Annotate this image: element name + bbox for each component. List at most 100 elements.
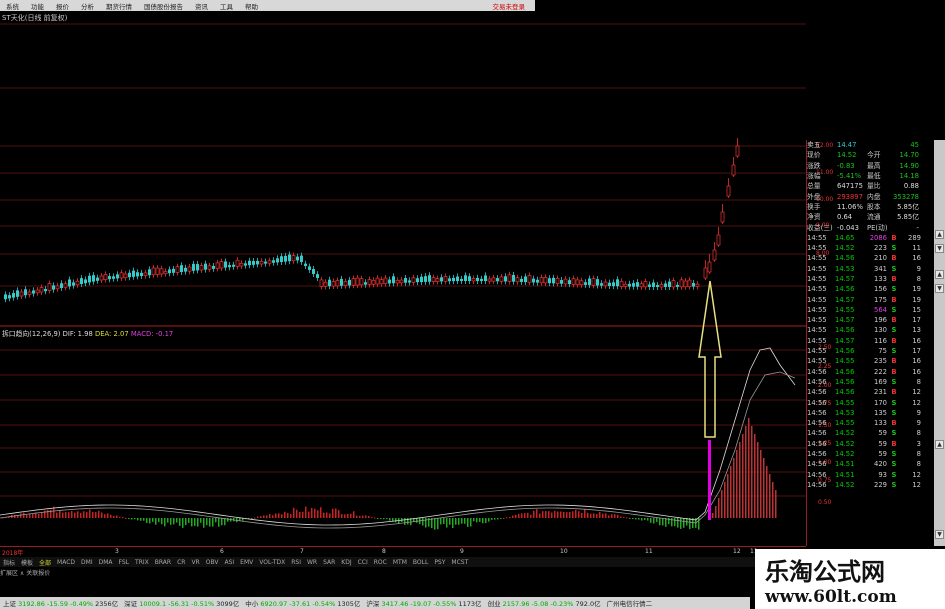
indicator-tab[interactable]: ROC [371,559,390,566]
macd-bar [769,474,771,518]
scroll-up-icon[interactable]: ▲ [935,440,944,449]
macd-bar [542,511,544,518]
candle-body [232,264,235,267]
indicator-tab[interactable]: 指标 [0,558,18,567]
macd-bar [572,511,574,518]
scroll-down-icon[interactable]: ▼ [935,530,944,539]
macd-bar [284,511,286,518]
tick-volume: 235 [874,357,887,366]
quote-row: 卖五 14.47 45 [807,140,935,150]
candle-body [288,254,291,262]
tick-volume: 229 [874,480,887,489]
scrollbar[interactable]: ▲ ▼ ▲ ▼ ▲ ▼ [934,140,945,546]
scroll-up-icon[interactable]: ▲ [935,230,944,239]
macd-bar [80,512,82,518]
indicator-tab[interactable]: KDJ [338,559,354,566]
candle-body [703,267,708,279]
macd-bar [683,518,685,528]
scroll-up-icon[interactable]: ▲ [935,270,944,279]
tick-row: 14:56 14.53 135 S 9 [807,408,935,418]
macd-bar [326,512,328,518]
indicator-tab[interactable]: MCST [448,559,471,566]
tick-row: 14:55 14.55 235 B 16 [807,356,935,366]
indicator-tab[interactable]: BOLL [410,559,431,566]
macd-bar [125,517,127,519]
indicator-tab[interactable]: MTM [390,559,410,566]
macd-bar [530,514,532,518]
indicator-tab[interactable]: RSI [288,559,304,566]
macd-bar [185,518,187,526]
tick-count: 16 [912,254,921,263]
indicator-tab[interactable]: ASI [221,559,237,566]
macd-bar [320,507,322,518]
scroll-down-icon[interactable]: ▼ [935,284,944,293]
tick-volume: 135 [874,408,887,417]
indicator-tab[interactable]: SAR [320,559,338,566]
extension-bar[interactable]: 扩展区 ∧ 关联报价 [0,568,500,578]
tick-row: 14:55 14.56 75 S 17 [807,346,935,356]
candle-body [112,276,115,279]
candle-body [136,272,139,277]
quote-value: 647175 [837,182,863,191]
indicator-tab[interactable]: VR [188,559,202,566]
macd-bar [308,511,310,518]
macd-bar [41,512,43,518]
date-label: 6 [220,548,224,555]
indicator-tab[interactable]: MACD [54,559,78,566]
tick-row: 14:55 14.57 116 B 16 [807,336,935,346]
indicator-tab[interactable]: VOL-TDX [256,559,288,566]
candle-body [12,293,15,298]
indicator-tab[interactable]: FSL [116,559,133,566]
macd-bar [209,518,211,527]
tick-side: B [891,316,897,325]
tick-row: 14:56 14.51 93 S 12 [807,470,935,480]
candle-body [348,279,351,286]
macd-bar [278,513,280,518]
macd-bar [191,518,193,527]
scroll-down-icon[interactable]: ▼ [935,244,944,253]
candle-body [159,268,164,275]
candle-body [267,260,272,264]
tick-count: 15 [912,305,921,314]
indicator-tab[interactable]: PSY [431,559,448,566]
tick-side: B [891,367,897,376]
indicator-tab[interactable]: WR [304,559,320,566]
macd-bar [653,518,655,524]
tick-side: B [891,254,897,263]
macd-bar [727,474,729,518]
indicator-tab[interactable]: EMV [237,559,256,566]
tick-time: 14:56 [807,398,827,407]
macd-bar [116,515,118,518]
candle-body [608,282,611,286]
candle-body [539,277,544,284]
candle-body [63,283,68,288]
indicator-tab[interactable]: CCI [355,559,371,566]
indicator-tab[interactable]: CR [174,559,188,566]
indicator-tab[interactable]: TRIX [132,559,152,566]
macd-bar [503,517,505,519]
tick-count: 289 [908,233,921,242]
macd-bar [329,513,331,518]
tick-count: 19 [912,285,921,294]
candle-body [679,279,684,288]
quote-value: 14.18 [899,172,919,181]
tick-time: 14:55 [807,254,827,263]
candle-body [328,279,331,287]
indicator-tab[interactable]: DMI [78,559,96,566]
macd-bar [638,518,640,520]
indicator-tab[interactable]: 模板 [18,558,36,567]
indicator-tab[interactable]: OBV [203,559,222,566]
macd-bar [23,512,25,518]
macd-bar [416,518,418,523]
macd-bar [641,518,643,521]
indicator-tab[interactable]: BRAR [152,559,174,566]
tick-price: 14.57 [835,336,855,345]
indicator-tab[interactable]: 全部 [36,558,54,567]
indicator-tab[interactable]: DMA [96,559,116,566]
macd-bar [149,518,151,524]
macd-bar [644,518,646,521]
index-name: 沪深 [366,600,380,608]
candle-body [671,280,676,288]
macd-bar [434,518,436,530]
candle-body [300,255,303,262]
